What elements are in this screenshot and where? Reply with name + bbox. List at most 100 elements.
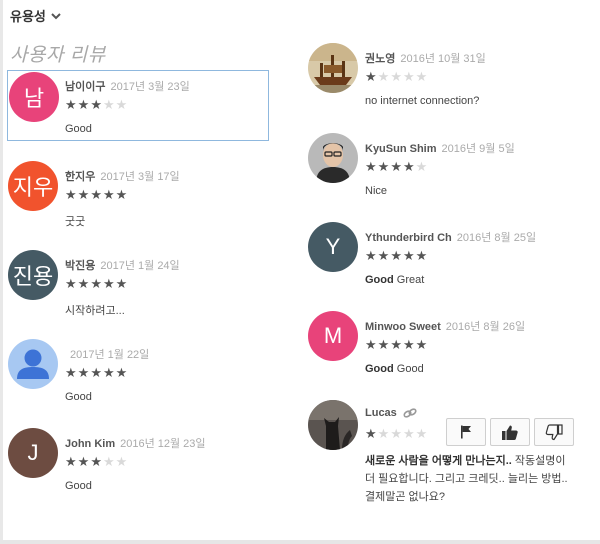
star-filled-icon: ★ [77,276,91,291]
thumbs-down-icon [545,423,563,440]
flag-button[interactable] [446,418,486,446]
review-header: Minwoo Sweet 2016년 8월 26일 [365,318,525,334]
review-header: 권노영 2016년 10월 31일 [365,50,486,66]
star-filled-icon: ★ [65,187,78,202]
review-header: John Kim 2016년 12월 23일 [65,435,206,451]
star-filled-icon: ★ [90,276,103,291]
star-filled-icon: ★ [377,248,391,263]
review-text: 시작하려고... [65,305,125,317]
review-text: Good Great [365,274,424,286]
review-item[interactable]: 2017년 1월 22일 ★★★★★ Good [8,339,268,411]
star-filled-icon: ★ [115,365,129,380]
review-date: 2017년 3월 23일 [110,81,190,93]
person-icon [17,349,49,379]
review-author: 권노영 [365,53,396,65]
review-date: 2017년 1월 22일 [70,349,150,361]
star-rating: ★★★★★ [365,70,428,83]
review-item[interactable]: M Minwoo Sweet 2016년 8월 26일 ★★★★★ Good Go… [308,311,588,383]
avatar: 남 [9,72,59,122]
review-title: Good [365,274,394,286]
photo-avatar [308,43,358,93]
review-author: Lucas [365,407,397,419]
star-filled-icon: ★ [365,159,378,174]
review-date: 2016년 9월 5일 [441,143,515,155]
review-text: 굿굿 [65,216,86,228]
review-item[interactable]: KyuSun Shim 2016년 9월 5일 ★★★★★ Nice [308,133,588,205]
star-empty-icon: ★ [390,426,403,441]
star-filled-icon: ★ [65,365,78,380]
review-item[interactable]: 권노영 2016년 10월 31일 ★★★★★ no internet conne… [308,43,588,115]
star-filled-icon: ★ [402,337,416,352]
review-item[interactable]: Y Ythunderbird Ch 2016년 8월 25일 ★★★★★ Good… [308,222,588,294]
review-author: John Kim [65,438,116,450]
star-filled-icon: ★ [115,187,129,202]
avatar: 진용 [8,250,58,300]
sort-dropdown[interactable]: 유용성 [10,6,62,25]
star-empty-icon: ★ [115,97,129,112]
review-item[interactable]: Lucas ★★★★★ 새로운 사람을 어떻게 만나는지.. 작동설명이 더 필… [308,400,588,520]
review-item[interactable]: 남 남이이구 2017년 3월 23일 ★★★★★ Good [7,70,269,141]
review-text: 새로운 사람을 어떻게 만나는지.. 작동설명이 더 필요합니다. 그리고 크레… [365,452,572,506]
review-header: Lucas [365,407,422,419]
review-content: Great [396,274,425,286]
star-filled-icon: ★ [115,276,129,291]
avatar: 지우 [8,161,58,211]
star-empty-icon: ★ [102,97,116,112]
star-filled-icon: ★ [377,337,391,352]
star-filled-icon: ★ [365,69,378,84]
star-empty-icon: ★ [377,69,391,84]
star-empty-icon: ★ [402,426,416,441]
avatar-initial: J [27,440,39,465]
star-filled-icon: ★ [402,159,416,174]
star-filled-icon: ★ [102,276,116,291]
thumbs-up-icon [502,425,518,440]
review-header: 한지우 2017년 3월 17일 [65,168,180,184]
star-filled-icon: ★ [390,337,403,352]
review-author: 박진용 [65,260,96,272]
like-button[interactable] [490,418,530,446]
review-date: 2017년 1월 24일 [100,260,180,272]
star-filled-icon: ★ [377,159,391,174]
review-date: 2017년 3월 17일 [100,171,180,183]
avatar: J [8,428,58,478]
star-filled-icon: ★ [77,97,91,112]
review-author: Ythunderbird Ch [365,232,452,244]
review-author: 남이이구 [65,81,106,93]
star-empty-icon: ★ [102,454,116,469]
review-text: Good [65,480,92,492]
star-filled-icon: ★ [90,454,103,469]
review-item[interactable]: 진용 박진용 2017년 1월 24일 ★★★★★ 시작하려고... [8,250,268,322]
photo-avatar [308,133,358,183]
avatar-initial: M [323,323,343,348]
star-filled-icon: ★ [65,276,78,291]
review-item[interactable]: J John Kim 2016년 12월 23일 ★★★★★ Good [8,428,268,500]
review-item[interactable]: 지우 한지우 2017년 3월 17일 ★★★★★ 굿굿 [8,161,268,233]
star-empty-icon: ★ [115,454,129,469]
star-empty-icon: ★ [415,426,429,441]
avatar-initial: 진용 [12,264,54,289]
sort-label: 유용성 [10,9,46,24]
star-filled-icon: ★ [365,426,378,441]
star-filled-icon: ★ [77,187,91,202]
star-filled-icon: ★ [77,365,91,380]
star-filled-icon: ★ [90,187,103,202]
star-filled-icon: ★ [415,248,429,263]
review-header: KyuSun Shim 2016년 9월 5일 [365,140,515,156]
star-empty-icon: ★ [377,426,391,441]
star-rating: ★★★★★ [65,98,128,111]
review-date: 2016년 8월 25일 [456,232,537,244]
link-icon[interactable] [403,407,417,419]
star-filled-icon: ★ [390,159,403,174]
photo-avatar [308,400,358,450]
star-filled-icon: ★ [365,337,378,352]
star-rating: ★★★★★ [365,249,428,262]
cat-photo-icon [308,400,358,450]
review-header: 박진용 2017년 1월 24일 [65,257,180,273]
avatar-initial: 지우 [12,175,54,200]
review-text: Good [65,123,92,135]
dislike-button[interactable] [534,418,574,446]
review-author: 한지우 [65,171,96,183]
flag-icon [461,425,471,439]
star-rating: ★★★★★ [65,277,128,290]
avatar: Y [308,222,358,272]
